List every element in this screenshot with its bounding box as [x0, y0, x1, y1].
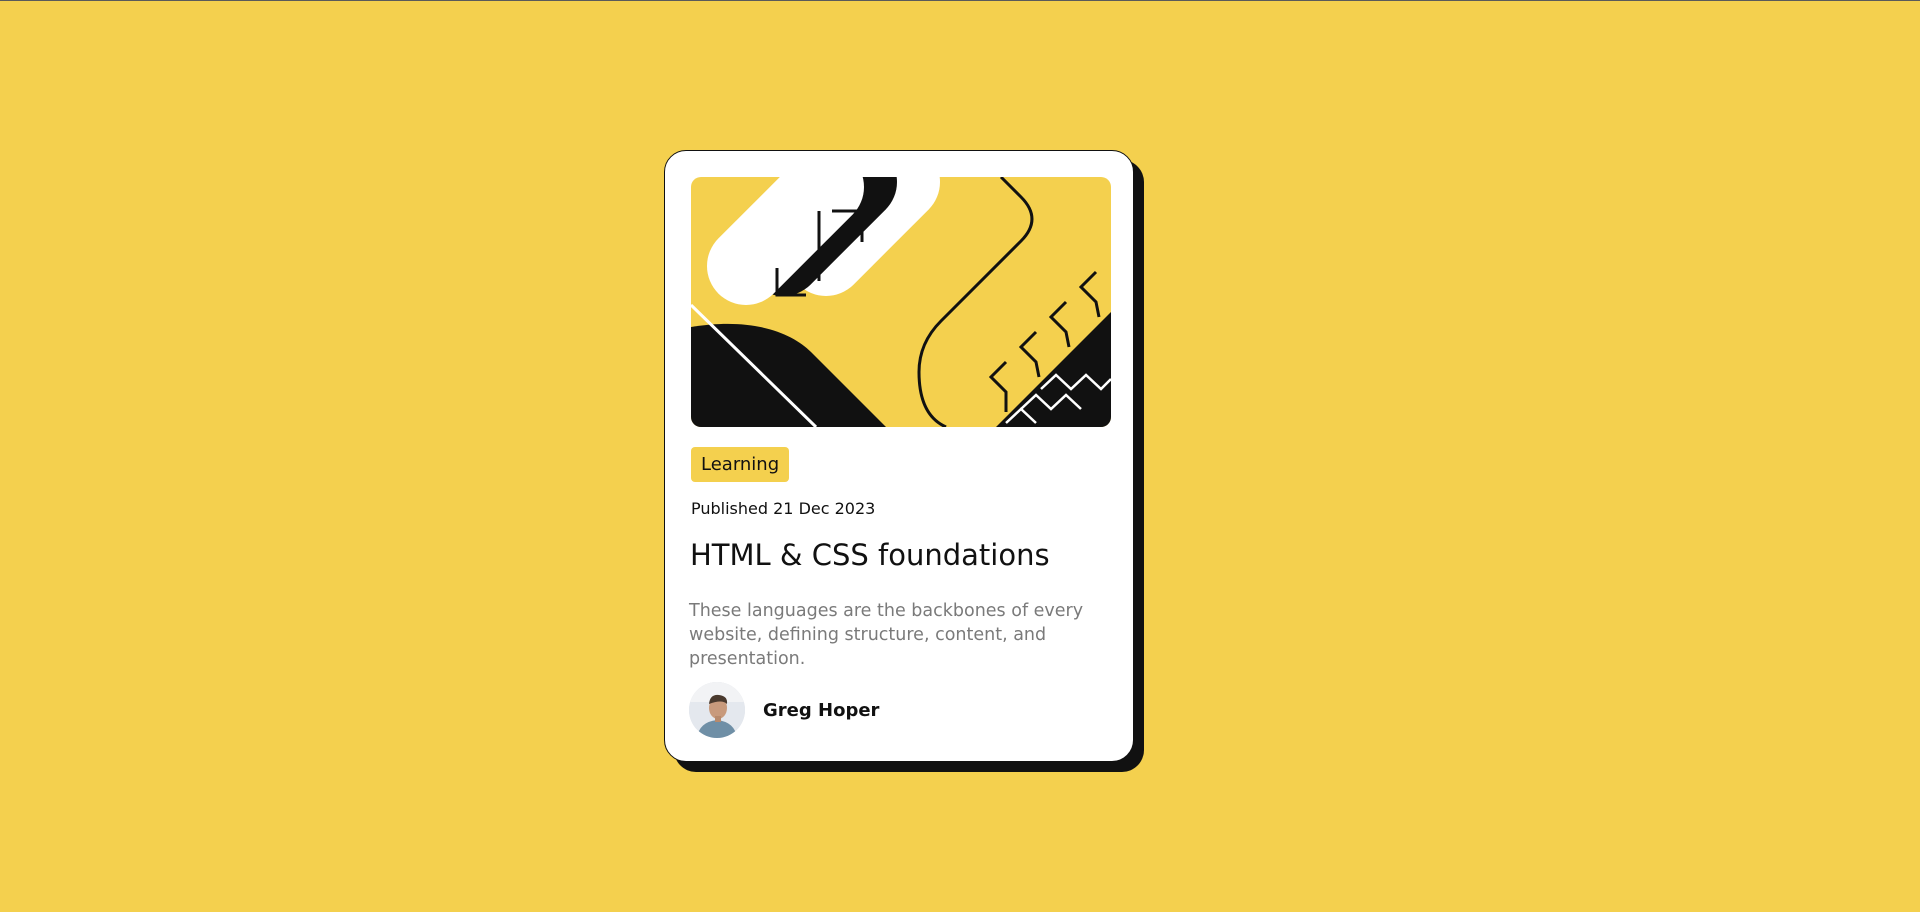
author-name: Greg Hoper	[763, 699, 880, 721]
card-description: These languages are the backbones of eve…	[689, 601, 1084, 669]
window-top-border	[0, 0, 1920, 1]
card-title[interactable]: HTML & CSS foundations	[690, 538, 1050, 572]
author-info: Greg Hoper	[689, 681, 879, 739]
blog-preview-card: Learning Published 21 Dec 2023 HTML & CS…	[664, 150, 1134, 762]
avatar	[689, 682, 745, 738]
hero-illustration	[691, 177, 1111, 427]
published-date: Published 21 Dec 2023	[691, 499, 876, 518]
category-tag[interactable]: Learning	[691, 447, 790, 482]
